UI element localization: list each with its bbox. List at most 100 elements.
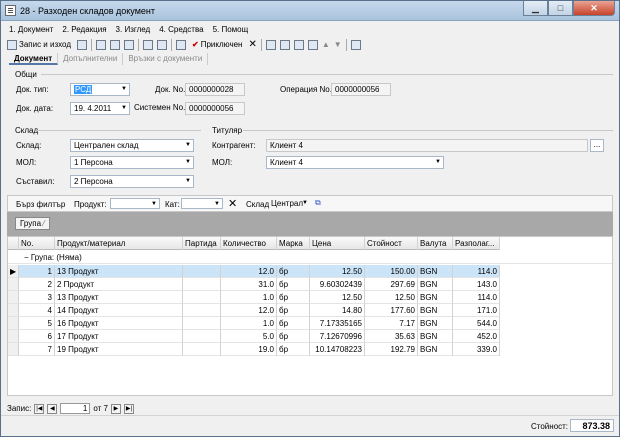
menu-document[interactable]: 1. Документ bbox=[9, 25, 53, 34]
operation-no-field[interactable]: 0000000056 bbox=[331, 83, 391, 96]
menu-edit[interactable]: 2. Редакция bbox=[62, 25, 106, 34]
table-cell: BGN bbox=[418, 291, 453, 304]
menu-tools[interactable]: 4. Средства bbox=[159, 25, 203, 34]
table-row[interactable]: 22 Продукт 31.0 бр 9.60302439 297.69 BGN 143.0 bbox=[8, 278, 500, 291]
print-icon[interactable] bbox=[142, 39, 153, 50]
table-row[interactable]: 4 14 Продукт 12.0 бр 14.80 177.60 BGN 171.0 bbox=[8, 304, 500, 317]
doc-no-label: Док. No. bbox=[155, 85, 186, 94]
maximize-button[interactable]: □ bbox=[548, 1, 573, 16]
system-no-label: Системен No. bbox=[134, 103, 186, 112]
table-row[interactable]: 5 16 Продукт 1.0 бр 7.17335165 7.17 BGN 544.0 bbox=[8, 317, 500, 330]
current-row-indicator: ▶ bbox=[8, 265, 19, 278]
open-icon[interactable] bbox=[265, 39, 276, 50]
table-cell: 13 Продукт bbox=[55, 265, 183, 278]
row-indicator bbox=[8, 304, 19, 317]
close-button[interactable]: ✕ bbox=[573, 1, 615, 16]
doc-date-picker[interactable]: 19. 4.2011 bbox=[70, 102, 130, 115]
column-header[interactable]: Цена bbox=[310, 237, 365, 250]
table-cell bbox=[183, 291, 221, 304]
arrow-down-icon[interactable]: ▼ bbox=[334, 40, 342, 49]
record-number-input[interactable]: 1 bbox=[60, 403, 91, 414]
product-filter-select[interactable] bbox=[110, 198, 160, 209]
doc-no-field[interactable]: 0000000028 bbox=[185, 83, 245, 96]
table-cell: 171.0 bbox=[453, 304, 500, 317]
mol-label: МОЛ: bbox=[16, 158, 37, 167]
column-header[interactable]: Валута bbox=[418, 237, 453, 250]
total-bar: Стойност: 873.38 bbox=[1, 415, 619, 435]
group-row[interactable]: − Група: (Няма) bbox=[8, 251, 612, 264]
holder-mol-select[interactable]: Клиент 4 bbox=[266, 156, 444, 169]
row-indicator bbox=[8, 343, 19, 356]
table-cell bbox=[183, 265, 221, 278]
menu-help[interactable]: 5. Помощ bbox=[213, 25, 249, 34]
mol-select[interactable]: 1 Персона bbox=[70, 156, 194, 169]
table-cell: бр bbox=[277, 304, 310, 317]
column-header[interactable]: Марка bbox=[277, 237, 310, 250]
partner-browse-button[interactable]: ... bbox=[590, 139, 604, 152]
arrow-up-icon[interactable]: ▲ bbox=[322, 40, 330, 49]
link-icon[interactable]: ⧉ bbox=[315, 198, 321, 208]
table-cell: 12.0 bbox=[221, 304, 277, 317]
tab-links[interactable]: Връзки с документи bbox=[123, 53, 209, 65]
items-grid: No. Продукт/материал Партида Количество Марк… bbox=[7, 236, 613, 396]
preview-icon[interactable] bbox=[156, 39, 167, 50]
tab-additional[interactable]: Допълнителни bbox=[58, 53, 124, 65]
prev-record-button[interactable]: ◀ bbox=[47, 403, 58, 414]
category-filter-select[interactable] bbox=[181, 198, 223, 209]
table-cell: 16 Продукт bbox=[55, 317, 183, 330]
column-header[interactable]: Продукт/материал bbox=[55, 237, 183, 250]
operation-label: Операция No. bbox=[280, 85, 332, 94]
author-select[interactable]: 2 Персона bbox=[70, 175, 194, 188]
column-header[interactable]: Партида bbox=[183, 237, 221, 250]
sort-icon: ⁄ bbox=[43, 219, 45, 228]
table-cell: BGN bbox=[418, 343, 453, 356]
group-chip[interactable]: Група ⁄ bbox=[15, 217, 50, 230]
column-header[interactable]: No. bbox=[19, 237, 55, 250]
table-cell: 544.0 bbox=[453, 317, 500, 330]
page-copy-icon[interactable] bbox=[307, 39, 318, 50]
cut-icon[interactable] bbox=[95, 39, 106, 50]
table-row[interactable]: 7 19 Продукт 19.0 бр 10.14708223 192.79 BGN 339… bbox=[8, 343, 500, 356]
next-record-button[interactable]: ▶ bbox=[110, 403, 121, 414]
page-icon[interactable] bbox=[293, 39, 304, 50]
save-exit-button[interactable]: Запис и изход bbox=[5, 38, 73, 51]
delete-icon[interactable]: ✕ bbox=[248, 39, 256, 50]
table-cell: 19.0 bbox=[221, 343, 277, 356]
refresh-icon[interactable] bbox=[279, 39, 290, 50]
total-value: 873.38 bbox=[570, 419, 614, 432]
clear-filter-icon[interactable]: ✕ bbox=[228, 197, 237, 210]
edit-icon[interactable] bbox=[175, 39, 186, 50]
system-no-field[interactable]: 0000000056 bbox=[185, 102, 245, 115]
doc-type-label: Док. тип: bbox=[16, 85, 49, 94]
table-cell bbox=[183, 330, 221, 343]
finish-button[interactable]: ✔ Приключен bbox=[190, 38, 245, 51]
table-row[interactable]: 6 17 Продукт 5.0 бр 7.12670996 35.63 BGN 452.0 bbox=[8, 330, 500, 343]
table-cell: 7.17335165 bbox=[310, 317, 365, 330]
copy-icon[interactable] bbox=[109, 39, 120, 50]
paste-icon[interactable] bbox=[123, 39, 134, 50]
table-row[interactable]: ▶ 1 13 Продукт 12.0 бр 12.50 150.00 BGN 114.0 bbox=[8, 265, 500, 278]
menu-view[interactable]: 3. Изглед bbox=[116, 25, 151, 34]
column-header[interactable]: Количество bbox=[221, 237, 277, 250]
table-cell: бр bbox=[277, 265, 310, 278]
partner-field[interactable]: Клиент 4 bbox=[266, 139, 588, 152]
product-filter-label: Продукт: bbox=[74, 200, 107, 209]
tab-document[interactable]: Документ bbox=[9, 53, 59, 65]
new-icon[interactable] bbox=[76, 39, 87, 50]
check-icon: ✔ bbox=[191, 40, 199, 49]
column-header[interactable]: Разполаг... bbox=[453, 237, 500, 250]
record-label: Запис: bbox=[7, 404, 32, 413]
title-bar[interactable]: 28 - Разходен складов документ ▁ □ ✕ bbox=[1, 1, 619, 21]
last-record-button[interactable]: ▶| bbox=[123, 403, 134, 414]
doc-type-select[interactable]: РСД bbox=[70, 83, 130, 96]
table-row[interactable]: 3 13 Продукт 1.0 бр 12.50 12.50 BGN 114.0 bbox=[8, 291, 500, 304]
table-cell: 9.60302439 bbox=[310, 278, 365, 291]
table-cell: 31.0 bbox=[221, 278, 277, 291]
store-select[interactable]: Централен склад bbox=[70, 139, 194, 152]
help-icon[interactable] bbox=[350, 39, 361, 50]
minimize-button[interactable]: ▁ bbox=[523, 1, 548, 16]
column-header[interactable]: Стойност bbox=[365, 237, 418, 250]
first-record-button[interactable]: |◀ bbox=[34, 403, 45, 414]
store-filter-select[interactable]: Централ bbox=[268, 198, 310, 209]
tab-strip: Документ Допълнителни Връзки с документи bbox=[9, 53, 209, 65]
